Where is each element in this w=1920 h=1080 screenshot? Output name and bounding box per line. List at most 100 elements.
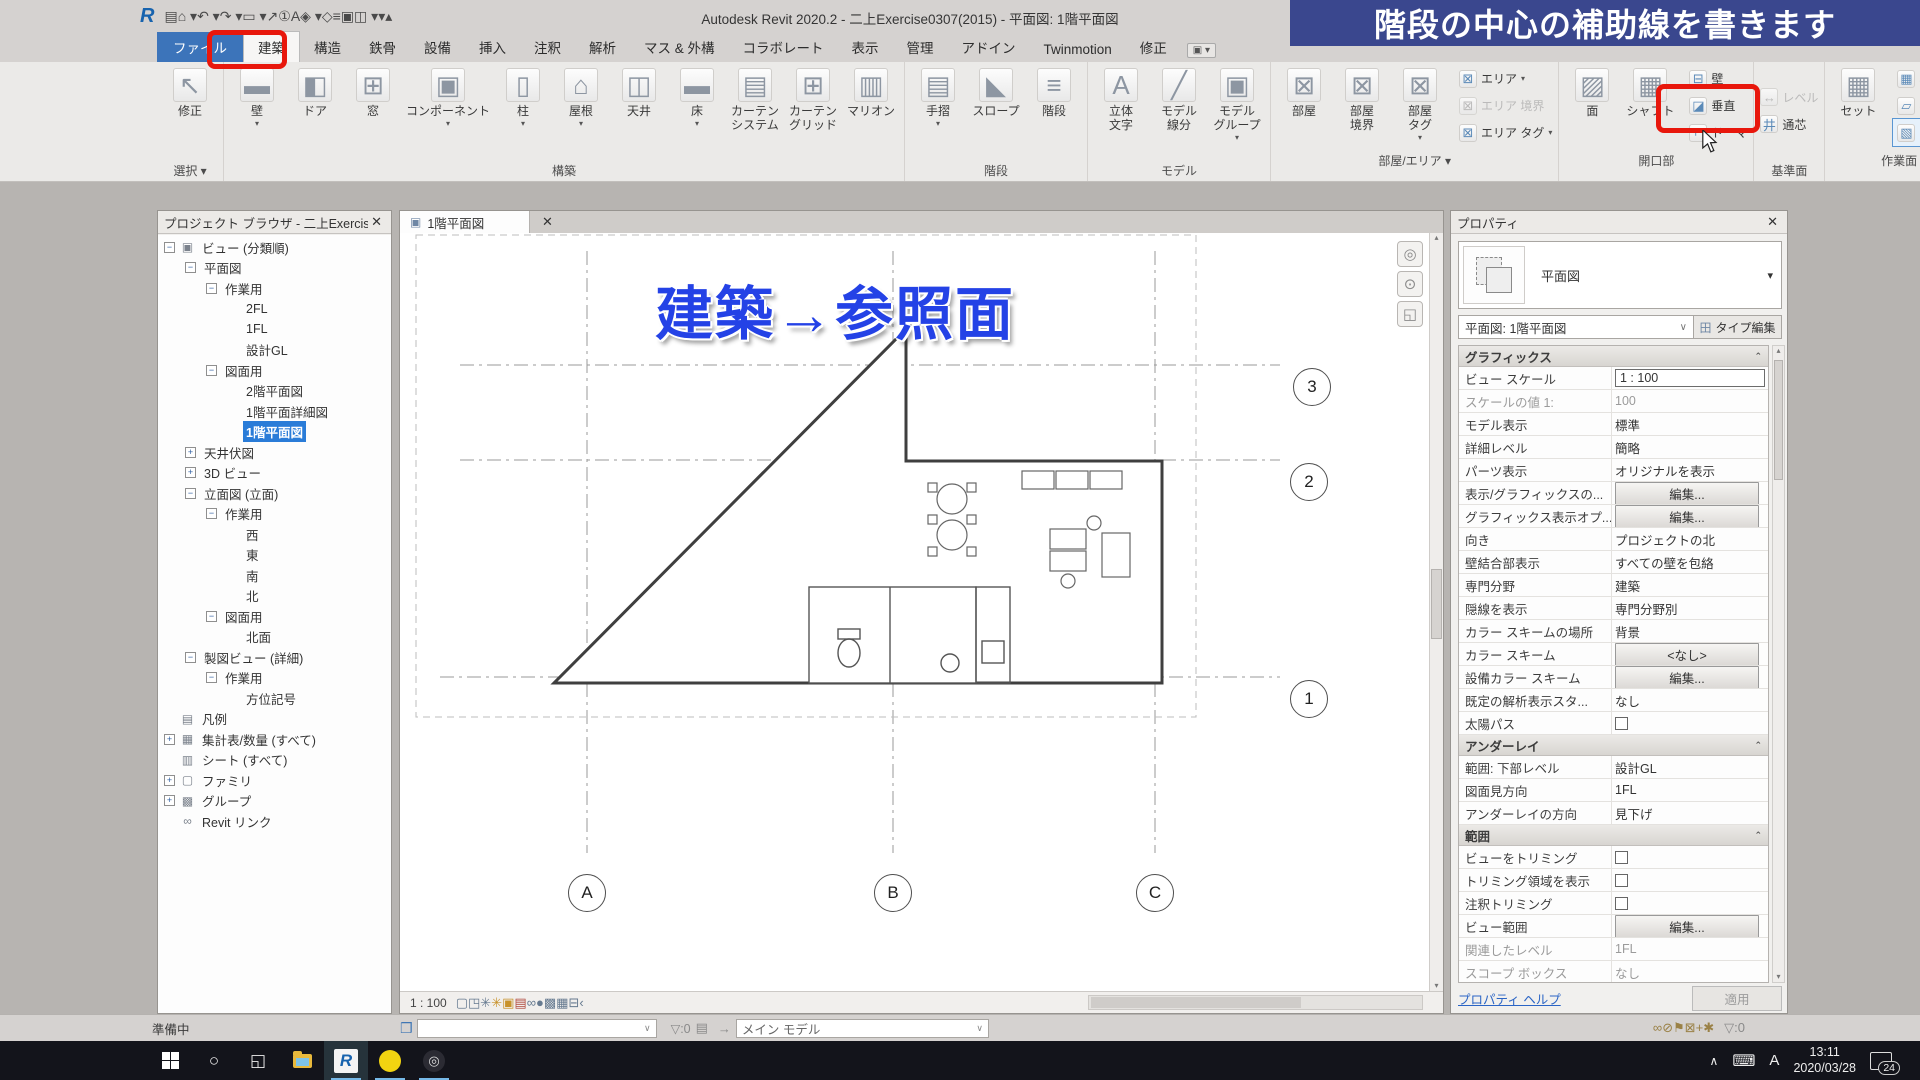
- tree-item[interactable]: + ▦ 集計表/数量 (すべて): [158, 729, 391, 750]
- mullion-button[interactable]: ▥ マリオン: [842, 64, 900, 159]
- tree-item-label[interactable]: 平面図: [201, 257, 245, 278]
- property-row[interactable]: パーツ表示 ⌃ オリジナルを表示: [1459, 459, 1768, 482]
- shadows-icon[interactable]: ✳: [491, 995, 502, 1010]
- tree-item[interactable]: − 作業用: [158, 668, 391, 689]
- tree-item-label[interactable]: 3D ビュー: [201, 462, 264, 483]
- default-3d-view-icon[interactable]: ◈ ▾: [300, 8, 322, 24]
- modify-button[interactable]: ↖ 修正: [161, 64, 219, 159]
- tree-item[interactable]: − 平面図: [158, 258, 391, 279]
- grid-button[interactable]: 井 通芯: [1756, 111, 1822, 138]
- property-row[interactable]: 向き ⌃ プロジェクトの北: [1459, 528, 1768, 551]
- tree-item-label[interactable]: 1階平面図: [243, 421, 306, 442]
- tree-item-label[interactable]: 作業用: [222, 667, 266, 688]
- ceiling-button[interactable]: ◫ 天井: [610, 64, 668, 159]
- design-options-exclude-icon[interactable]: ⊘: [1662, 1020, 1673, 1035]
- tree-item-label[interactable]: グループ: [199, 790, 254, 811]
- ramp-button[interactable]: ◣ スロープ: [967, 64, 1025, 159]
- tree-item[interactable]: + 3D ビュー: [158, 463, 391, 484]
- tree-item[interactable]: 西: [158, 524, 391, 545]
- horizontal-scrollbar[interactable]: [1088, 995, 1423, 1010]
- section-collapse-icon[interactable]: ⌃: [1754, 830, 1768, 841]
- ribbon-tab[interactable]: 鉄骨: [355, 32, 410, 62]
- tree-item-label[interactable]: 立面図 (立面): [201, 483, 281, 504]
- instance-selector[interactable]: 平面図: 1階平面図 ∨: [1458, 315, 1694, 339]
- ribbon-tab[interactable]: 建築: [243, 31, 300, 62]
- crop-view-icon[interactable]: ▣: [502, 995, 514, 1010]
- sync-icon[interactable]: ▣: [341, 8, 354, 24]
- tree-item[interactable]: − 製図ビュー (詳細): [158, 647, 391, 668]
- tree-item-label[interactable]: ビュー (分類順): [199, 237, 292, 258]
- tree-item[interactable]: − 図面用: [158, 606, 391, 627]
- design-options-combobox[interactable]: メイン モデル ∨: [736, 1019, 989, 1038]
- tray-expand-icon[interactable]: ∧: [1710, 1054, 1719, 1068]
- ribbon-tab[interactable]: 注釈: [520, 32, 575, 62]
- property-row[interactable]: 詳細レベル ⌃ 簡略: [1459, 436, 1768, 459]
- property-row[interactable]: 設備カラー スキーム ⌃ 編集...: [1459, 666, 1768, 689]
- vertical-scrollbar-thumb[interactable]: [1431, 569, 1442, 639]
- tree-item[interactable]: ▤ 凡例: [158, 709, 391, 730]
- tree-item[interactable]: 方位記号: [158, 688, 391, 709]
- properties-scrollbar[interactable]: ▴ ▾: [1772, 345, 1785, 983]
- tree-item-label[interactable]: 図面用: [222, 606, 266, 627]
- worksets-combobox[interactable]: ∨: [417, 1019, 657, 1038]
- tree-expander[interactable]: −: [206, 508, 217, 519]
- start-button[interactable]: [148, 1041, 192, 1080]
- view-tab-close-icon[interactable]: ✕: [530, 211, 565, 233]
- property-row[interactable]: 関連したレベル ⌃ 1FL: [1459, 938, 1768, 961]
- property-value[interactable]: オリジナルを表示: [1615, 461, 1715, 480]
- component-button[interactable]: ▣ コンポーネント ▾: [402, 64, 494, 159]
- open-icon[interactable]: ⌂ ▾: [178, 8, 197, 24]
- file-tabs-icon[interactable]: ▤: [164, 8, 177, 24]
- properties-header[interactable]: プロパティ ✕: [1451, 211, 1787, 234]
- tree-item[interactable]: 設計GL: [158, 340, 391, 361]
- tree-item[interactable]: 南: [158, 565, 391, 586]
- tree-item-label[interactable]: 西: [243, 524, 262, 545]
- grid-bubble-1[interactable]: 1: [1290, 680, 1328, 718]
- view-scale[interactable]: 1 : 100: [410, 996, 447, 1010]
- detail-level-icon[interactable]: ▢: [456, 995, 468, 1010]
- tree-expander[interactable]: −: [164, 242, 175, 253]
- zoom-icon[interactable]: ⊙: [1397, 271, 1423, 297]
- show-crop-region-icon[interactable]: ▤: [514, 995, 526, 1010]
- vertical-scrollbar[interactable]: ▴ ▾: [1429, 233, 1443, 991]
- ribbon-tab[interactable]: コラボレート: [729, 32, 838, 62]
- property-value[interactable]: [1615, 717, 1628, 730]
- tree-expander[interactable]: +: [164, 734, 175, 745]
- property-row[interactable]: 範囲: 下部レベル ⌃ 設計GL: [1459, 756, 1768, 779]
- property-value[interactable]: 100: [1615, 394, 1636, 408]
- pin-icon[interactable]: ⚑: [1673, 1020, 1685, 1035]
- tree-item-label[interactable]: 南: [243, 565, 262, 586]
- wall-opening-button[interactable]: ⊟ 壁: [1685, 65, 1751, 92]
- property-value[interactable]: [1615, 897, 1628, 910]
- visual-style-icon[interactable]: ◳: [468, 995, 480, 1010]
- vertical-opening-button[interactable]: ◪ 垂直: [1685, 92, 1751, 119]
- type-selector[interactable]: 平面図 ▾: [1458, 241, 1782, 309]
- tree-item-label[interactable]: 1階平面詳細図: [243, 401, 331, 422]
- property-value[interactable]: 標準: [1615, 415, 1640, 434]
- tree-expander[interactable]: −: [206, 672, 217, 683]
- property-row[interactable]: 専門分野 ⌃ 建築: [1459, 574, 1768, 597]
- tag-by-category-icon[interactable]: ①: [278, 8, 291, 24]
- tree-item[interactable]: + ▩ グループ: [158, 791, 391, 812]
- view-tab-active[interactable]: ▣ 1階平面図: [400, 211, 530, 233]
- property-value[interactable]: 見下げ: [1615, 804, 1653, 823]
- tree-item-label[interactable]: 1FL: [243, 321, 271, 337]
- plan-view-canvas[interactable]: 3 2 1 A B C 建築→参照面 ◎⊙◱: [400, 233, 1429, 991]
- tree-expander[interactable]: −: [185, 652, 196, 663]
- tree-item-label[interactable]: 天井伏図: [201, 442, 257, 463]
- room-tag-button[interactable]: ⊠ 部屋 タグ ▾: [1391, 64, 1449, 149]
- property-value[interactable]: 専門分野別: [1615, 599, 1678, 618]
- notification-icon[interactable]: 24: [1870, 1052, 1892, 1070]
- tree-item-label[interactable]: Revit リンク: [199, 811, 274, 832]
- property-value[interactable]: プロジェクトの北: [1615, 530, 1715, 549]
- tree-item-label[interactable]: 北: [243, 585, 262, 606]
- shaft-opening-button[interactable]: ▦ シャフト: [1621, 64, 1679, 149]
- tree-item[interactable]: − 立面図 (立面): [158, 483, 391, 504]
- wall-button[interactable]: ▬ 壁 ▾: [228, 64, 286, 159]
- reveal-hidden-elements-icon[interactable]: ●: [536, 995, 544, 1010]
- minimize-ribbon-icon[interactable]: ▴: [385, 8, 392, 24]
- tree-item-label[interactable]: シート (すべて): [199, 749, 290, 770]
- properties-help-link[interactable]: プロパティ ヘルプ: [1458, 989, 1692, 1008]
- property-value[interactable]: 建築: [1615, 576, 1640, 595]
- aligned-dimension-icon[interactable]: ↗: [267, 8, 279, 24]
